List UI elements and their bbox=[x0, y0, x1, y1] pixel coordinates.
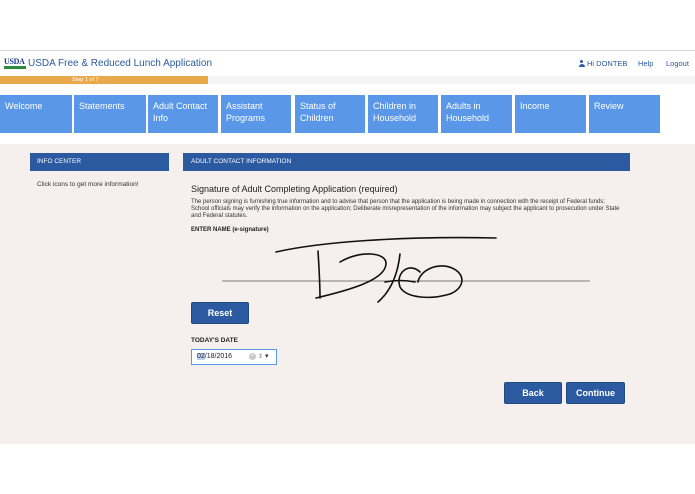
signature-description: The person signing is furnishing true in… bbox=[191, 199, 620, 219]
tab-income[interactable]: Income bbox=[515, 95, 586, 133]
tab-children-in-household[interactable]: Children in Household bbox=[368, 95, 438, 133]
user-menu-link[interactable]: Hi DONTEB bbox=[578, 59, 627, 68]
page: USDA USDA Free & Reduced Lunch Applicati… bbox=[0, 0, 695, 494]
usda-logo[interactable]: USDA bbox=[4, 57, 25, 66]
help-link[interactable]: Help bbox=[638, 59, 653, 68]
logout-link[interactable]: Logout bbox=[666, 59, 689, 68]
top-header: USDA USDA Free & Reduced Lunch Applicati… bbox=[0, 50, 695, 75]
tab-status-of-children[interactable]: Status of Children bbox=[295, 95, 365, 133]
date-label: TODAY'S DATE bbox=[191, 337, 238, 344]
user-greeting: Hi DONTEB bbox=[587, 59, 628, 68]
app-title[interactable]: USDA Free & Reduced Lunch Application bbox=[28, 58, 212, 69]
progress-bar-fill bbox=[0, 76, 208, 84]
tab-statements[interactable]: Statements bbox=[74, 95, 146, 133]
signature-pad[interactable] bbox=[220, 232, 600, 307]
dropdown-arrow-icon[interactable]: ▾ bbox=[265, 352, 269, 360]
progress-bar-track bbox=[208, 76, 695, 84]
reset-button[interactable]: Reset bbox=[191, 302, 249, 324]
back-button[interactable]: Back bbox=[504, 382, 562, 404]
signature-title: Signature of Adult Completing Applicatio… bbox=[191, 184, 398, 194]
info-center-text: Click icons to get more information! bbox=[37, 181, 139, 188]
date-month-segment[interactable]: 02 bbox=[197, 353, 205, 360]
tab-assistant-programs[interactable]: Assistant Programs bbox=[221, 95, 291, 133]
date-input[interactable]: 02/18/2016 × ⇕ ▾ bbox=[191, 349, 277, 365]
section-title: ADULT CONTACT INFORMATION bbox=[183, 153, 630, 171]
tab-adults-in-household[interactable]: Adults in Household bbox=[441, 95, 512, 133]
tab-welcome[interactable]: Welcome bbox=[0, 95, 72, 133]
date-rest-segment[interactable]: /18/2016 bbox=[205, 353, 232, 360]
info-center-title: INFO CENTER bbox=[30, 153, 169, 171]
usda-logo-stripe bbox=[4, 66, 26, 69]
progress-label: Step 1 of 7 bbox=[72, 77, 99, 83]
clear-icon[interactable]: × bbox=[249, 353, 256, 360]
signature-stroke bbox=[275, 236, 497, 303]
person-icon bbox=[578, 60, 585, 67]
spinner-icon[interactable]: ⇕ bbox=[258, 353, 263, 360]
continue-button[interactable]: Continue bbox=[566, 382, 625, 404]
tab-adult-contact-info[interactable]: Adult Contact Info bbox=[148, 95, 218, 133]
tab-review[interactable]: Review bbox=[589, 95, 660, 133]
